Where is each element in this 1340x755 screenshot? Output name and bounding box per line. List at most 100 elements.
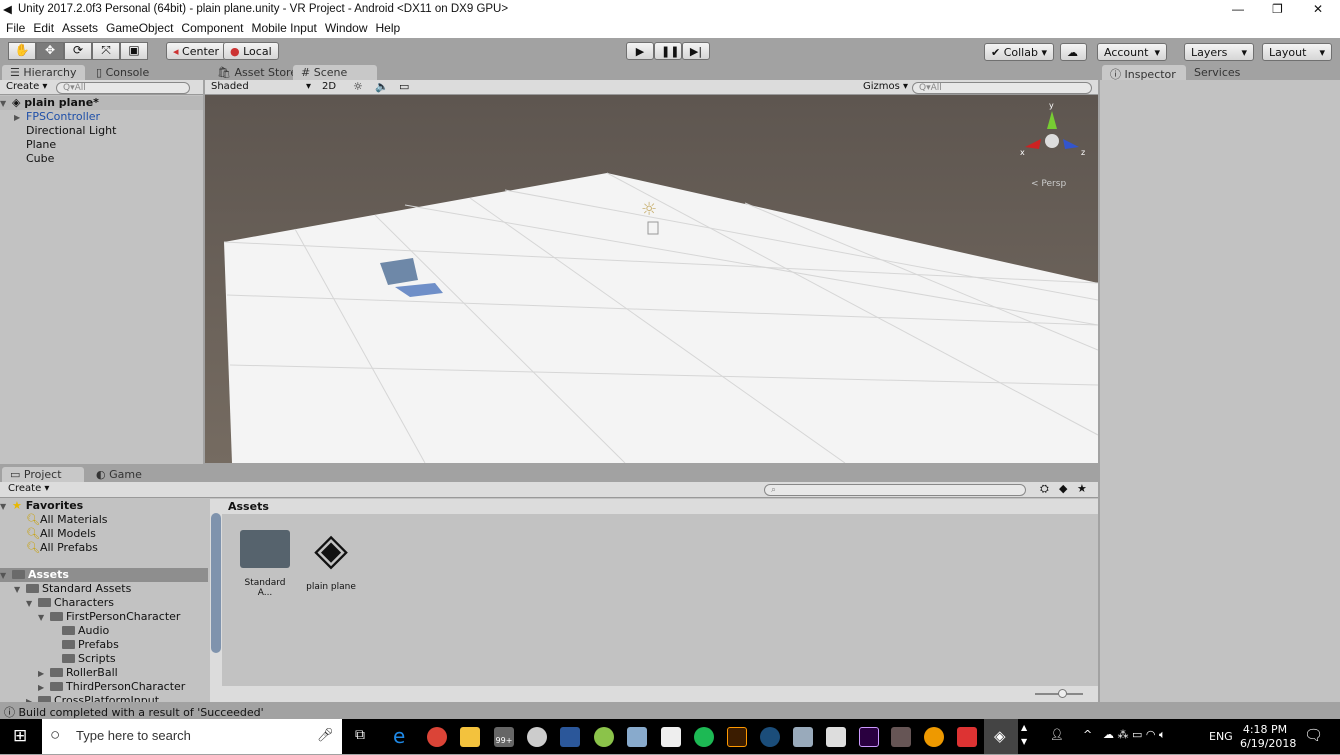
- project-search-input[interactable]: ⌕: [764, 484, 1026, 496]
- folder-item[interactable]: ▶ ThirdPersonCharacter: [0, 680, 208, 694]
- android-studio-icon[interactable]: [594, 727, 614, 747]
- app-red-icon[interactable]: [957, 727, 977, 747]
- menu-gameobject[interactable]: GameObject: [106, 21, 173, 35]
- spotify-icon[interactable]: [694, 727, 714, 747]
- task-view-icon[interactable]: ⧉: [355, 727, 365, 743]
- word-icon[interactable]: [560, 727, 580, 747]
- account-dropdown[interactable]: Account ▾: [1097, 43, 1167, 61]
- folder-item[interactable]: Scripts: [0, 652, 208, 666]
- edge-icon[interactable]: e: [393, 726, 413, 747]
- minimize-button[interactable]: —: [1232, 2, 1244, 16]
- calculator-icon[interactable]: [826, 727, 846, 747]
- menu-window[interactable]: Window: [325, 21, 368, 35]
- 2d-toggle[interactable]: 2D: [322, 81, 336, 92]
- restore-button[interactable]: ❐: [1272, 2, 1283, 16]
- show-hidden-icons[interactable]: ^: [1083, 728, 1092, 741]
- tray-icons[interactable]: ☁ ⁂ ▭ ◠ 🔈︎: [1103, 728, 1166, 742]
- chrome-icon[interactable]: [427, 727, 447, 747]
- tab-scene[interactable]: # Scene: [293, 65, 377, 80]
- pause-button[interactable]: ❚❚: [654, 42, 682, 60]
- calendar-icon[interactable]: [661, 727, 681, 747]
- hierarchy-item[interactable]: Cube: [0, 152, 203, 166]
- close-button[interactable]: ✕: [1313, 2, 1323, 16]
- scene-root[interactable]: ▼ ◈ plain plane*: [0, 96, 203, 110]
- menu-file[interactable]: File: [6, 21, 25, 35]
- rotate-tool-icon[interactable]: ⟳: [64, 42, 92, 60]
- project-tree-scrollbar[interactable]: [210, 499, 222, 702]
- illustrator-icon[interactable]: [727, 727, 747, 747]
- paint-icon[interactable]: [527, 727, 547, 747]
- menu-assets[interactable]: Assets: [62, 21, 98, 35]
- cloud-icon[interactable]: ☁: [1060, 43, 1087, 61]
- windows-start-icon[interactable]: ⊞: [13, 726, 27, 746]
- scene-search-input[interactable]: Q▾All: [912, 82, 1092, 94]
- asset-item-scene[interactable]: ◈ plain plane: [302, 524, 360, 592]
- premiere-icon[interactable]: [859, 727, 879, 747]
- gizmos-dropdown[interactable]: Gizmos ▾: [863, 81, 908, 92]
- steam-icon[interactable]: [760, 727, 780, 747]
- tab-console[interactable]: ▯ Console: [88, 65, 157, 80]
- tab-services[interactable]: Services: [1186, 65, 1248, 80]
- step-button[interactable]: ▶|: [682, 42, 710, 60]
- hierarchy-item[interactable]: Directional Light: [0, 124, 203, 138]
- tab-project[interactable]: ▭ Project: [2, 467, 84, 482]
- tab-asset-store[interactable]: 🛍 Asset Store: [209, 65, 305, 80]
- hierarchy-item[interactable]: ▶ FPSController: [0, 110, 203, 124]
- project-create-button[interactable]: Create ▾: [8, 483, 49, 494]
- pivot-local-button[interactable]: ● Local: [223, 42, 279, 60]
- scene-viewport[interactable]: ☼ y x z < Persp: [205, 95, 1098, 463]
- audio-toggle-icon[interactable]: 🔈: [375, 80, 389, 93]
- play-button[interactable]: ▶: [626, 42, 654, 60]
- unity-taskbar-button[interactable]: ◈: [984, 719, 1018, 754]
- status-bar[interactable]: ⓘ Build completed with a result of 'Succ…: [0, 702, 1340, 719]
- assets-breadcrumb[interactable]: Assets: [222, 499, 1098, 514]
- folder-item[interactable]: Audio: [0, 624, 208, 638]
- menu-component[interactable]: Component: [181, 21, 243, 35]
- file-explorer-icon[interactable]: [460, 727, 480, 747]
- app-icon[interactable]: [793, 727, 813, 747]
- menu-mobile-input[interactable]: Mobile Input: [251, 21, 316, 35]
- rect-tool-icon[interactable]: ▣: [120, 42, 148, 60]
- hand-tool-icon[interactable]: ✋: [8, 42, 36, 60]
- asset-item-folder[interactable]: Standard A...: [236, 530, 294, 598]
- clock[interactable]: 4:18 PM 6/19/2018: [1240, 723, 1296, 751]
- assets-node[interactable]: ▼ Assets: [0, 568, 208, 582]
- effects-toggle-icon[interactable]: ▭: [399, 80, 409, 93]
- mail-icon[interactable]: 99+: [494, 727, 514, 747]
- pivot-center-button[interactable]: ◂ Center: [166, 42, 227, 60]
- collab-button[interactable]: ✔ Collab ▾: [984, 43, 1054, 61]
- hierarchy-create-button[interactable]: Create ▾: [6, 81, 47, 92]
- filter-type-icon[interactable]: ⛭: [1040, 482, 1049, 496]
- menu-help[interactable]: Help: [376, 21, 401, 35]
- tab-game[interactable]: ◐ Game: [88, 467, 150, 482]
- language-indicator[interactable]: ENG: [1209, 730, 1233, 743]
- move-tool-icon[interactable]: ✥: [36, 42, 64, 60]
- notification-icon[interactable]: 🗨︎: [1304, 726, 1323, 744]
- shading-mode-dropdown[interactable]: Shaded ▾: [211, 81, 311, 92]
- notes-icon[interactable]: [627, 727, 647, 747]
- layout-dropdown[interactable]: Layout ▾: [1262, 43, 1332, 61]
- scale-tool-icon[interactable]: ⤧: [92, 42, 120, 60]
- filter-label-icon[interactable]: ◆: [1059, 482, 1067, 495]
- folder-item[interactable]: ▼ Standard Assets: [0, 582, 208, 596]
- gimp-icon[interactable]: [891, 727, 911, 747]
- taskbar-search-input[interactable]: ○ Type here to search 🎤︎: [42, 719, 342, 754]
- tab-hierarchy[interactable]: ☰ Hierarchy: [2, 65, 85, 80]
- lighting-toggle-icon[interactable]: ☼: [353, 80, 363, 93]
- hierarchy-search-input[interactable]: Q▾All: [56, 82, 190, 94]
- layers-dropdown[interactable]: Layers ▾: [1184, 43, 1254, 61]
- folder-item[interactable]: ▼ Characters: [0, 596, 208, 610]
- people-icon[interactable]: 👤︎: [1050, 728, 1064, 741]
- favorites-node[interactable]: ▼ ★ Favorites: [0, 499, 208, 513]
- favorite-star-icon[interactable]: ★: [1077, 482, 1087, 495]
- vlc-icon[interactable]: [924, 727, 944, 747]
- favorite-item[interactable]: 🔍︎All Materials: [0, 513, 208, 527]
- hierarchy-item[interactable]: Plane: [0, 138, 203, 152]
- folder-item[interactable]: ▶ RollerBall: [0, 666, 208, 680]
- icon-size-slider-thumb[interactable]: [1058, 689, 1067, 698]
- tab-inspector[interactable]: ⓘ Inspector: [1102, 65, 1186, 81]
- favorite-item[interactable]: 🔍︎All Models: [0, 527, 208, 541]
- menu-edit[interactable]: Edit: [33, 21, 54, 35]
- folder-item[interactable]: Prefabs: [0, 638, 208, 652]
- taskbar-scroll[interactable]: ▲ ▼: [1021, 721, 1027, 749]
